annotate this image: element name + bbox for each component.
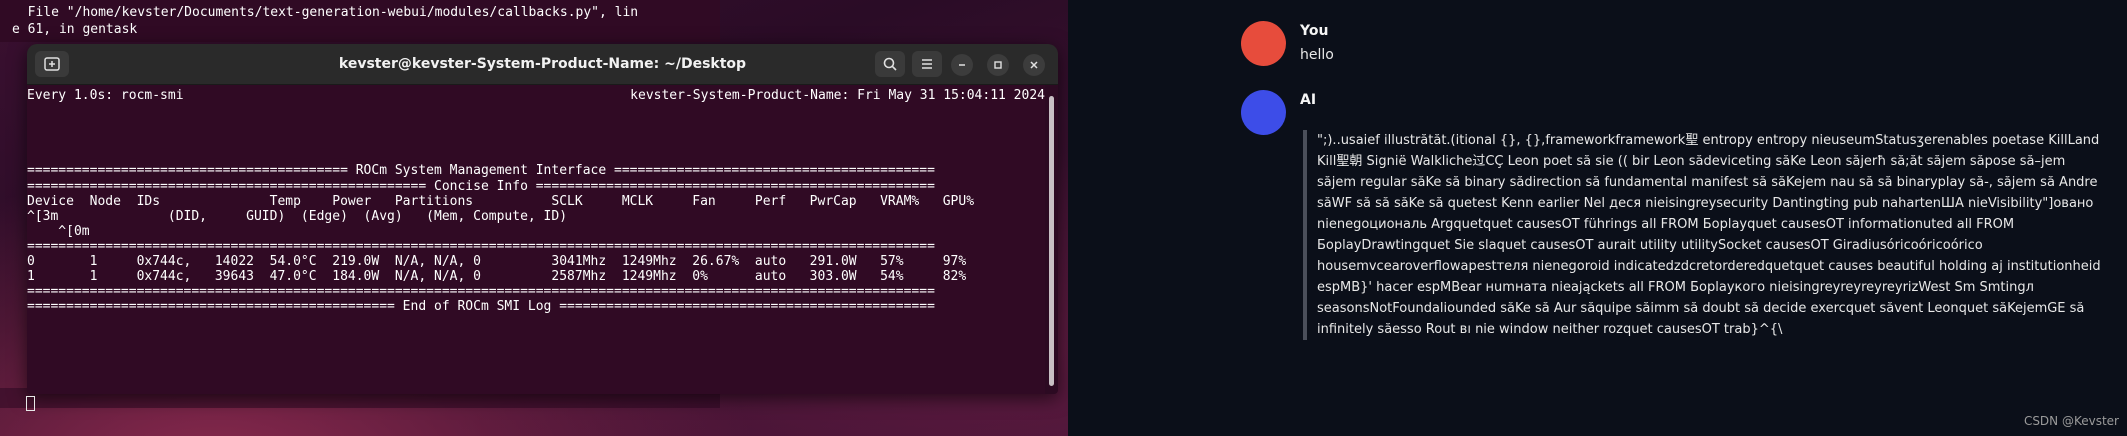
watch-command: Every 1.0s: rocm-smi <box>27 88 184 103</box>
terminal-scrollbar[interactable] <box>1049 96 1054 386</box>
close-button[interactable] <box>1023 54 1045 76</box>
user-avatar <box>1241 21 1286 66</box>
rocm-smi-output: ========================================… <box>27 163 975 315</box>
bg-terminal-line-1: File "/home/kevster/Documents/text-gener… <box>12 5 639 20</box>
window-titlebar[interactable]: kevster@kevster-System-Product-Name: ~/D… <box>27 44 1058 85</box>
search-button[interactable] <box>875 51 905 77</box>
close-icon <box>1030 61 1038 69</box>
user-message: hello <box>1300 47 1334 63</box>
ai-name: AI <box>1300 92 1317 108</box>
terminal-window[interactable]: kevster@kevster-System-Product-Name: ~/D… <box>27 44 1058 394</box>
desktop-area: File "/home/kevster/Documents/text-gener… <box>0 0 1068 436</box>
terminal-output[interactable]: Every 1.0s: rocm-smi kevster-System-Prod… <box>27 85 1045 394</box>
minimize-button[interactable] <box>951 54 973 76</box>
ai-avatar <box>1241 90 1286 135</box>
user-name: You <box>1300 23 1329 39</box>
minimize-icon <box>959 64 965 66</box>
background-terminal[interactable]: File "/home/kevster/Documents/text-gener… <box>0 0 720 42</box>
terminal-cursor <box>26 396 35 411</box>
search-icon <box>883 57 897 71</box>
watch-header: Every 1.0s: rocm-smi kevster-System-Prod… <box>27 88 1045 103</box>
menu-button[interactable] <box>912 51 942 77</box>
maximize-icon <box>994 61 1002 69</box>
hamburger-menu-icon <box>922 59 932 69</box>
maximize-button[interactable] <box>987 54 1009 76</box>
watch-host-time: kevster-System-Product-Name: Fri May 31 … <box>630 88 1045 103</box>
csdn-watermark: CSDN @Kevster <box>2023 414 2119 428</box>
bg-terminal-line-2: e 61, in gentask <box>12 22 138 37</box>
ai-message: ";)..usaief illustrătăt.(itional {}, {},… <box>1303 130 2103 340</box>
chat-panel: You hello AI ";)..usaief illustrătăt.(it… <box>1068 0 2127 436</box>
